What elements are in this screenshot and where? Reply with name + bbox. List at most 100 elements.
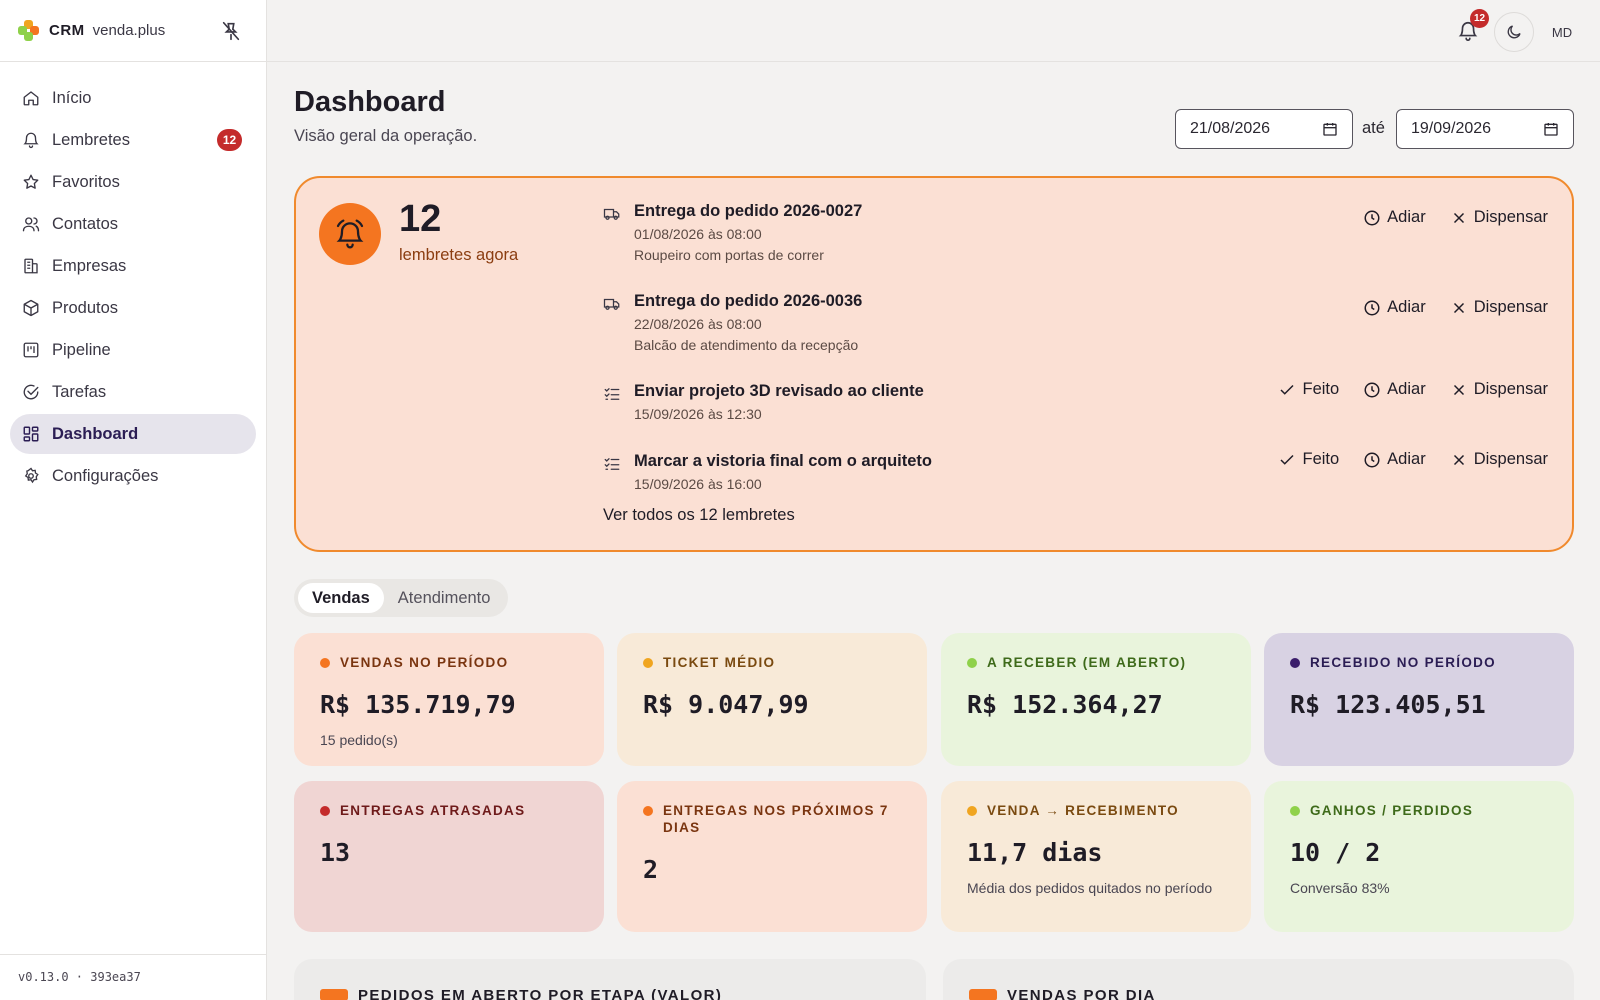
reminder-datetime: 15/09/2026 às 16:00 [634,476,762,492]
dismiss-button[interactable]: Dispensar [1450,380,1548,399]
reminder-item: Enviar projeto 3D revisado ao cliente 15… [603,380,1548,426]
reminder-title[interactable]: Enviar projeto 3D revisado ao cliente [634,382,924,401]
status-dot [643,806,653,816]
kpi-label-text: Vendas no período [340,655,509,670]
package-icon [23,299,39,317]
theme-toggle-button[interactable] [1494,12,1534,52]
snooze-button[interactable]: Adiar [1363,298,1426,317]
sidebar-item-label: Tarefas [52,382,107,401]
notifications-button[interactable]: 12 [1453,9,1489,46]
moon-icon [1507,25,1521,39]
date-separator: até [1362,119,1385,137]
kpi-value: R$ 135.719,79 [320,690,516,719]
date-to-input[interactable]: 19/09/2026 [1396,109,1574,149]
reminders-panel: 12 lembretes agora Entrega do pedido 202… [294,176,1574,552]
kpi-value: R$ 152.364,27 [967,690,1163,719]
reminders-count-label: lembretes agora [399,246,519,264]
sidebar-item-configuracoes[interactable]: Configurações [10,456,256,496]
average-ticket-card: Ticket médio R$ 9.047,99 [617,633,927,766]
kpi-subtext: Média dos pedidos quitados no período [967,880,1213,896]
tab-atendimento[interactable]: Atendimento [384,583,505,613]
reminder-datetime: 15/09/2026 às 12:30 [634,406,762,422]
sidebar-item-label: Início [52,88,92,107]
kpi-label: Ganhos / perdidos [1290,802,1548,819]
sidebar-item-label: Produtos [52,298,119,317]
reminder-item: Entrega do pedido 2026-0027 01/08/2026 à… [603,202,1548,263]
status-dot [320,806,330,816]
close-icon [1453,212,1464,223]
date-from-value: 21/08/2026 [1190,120,1271,137]
brand-subtitle: venda.plus [92,22,166,39]
snooze-button[interactable]: Adiar [1363,208,1426,227]
kpi-value: 2 [643,855,659,884]
sidebar-item-pipeline[interactable]: Pipeline [10,330,256,370]
sidebar-item-label: Empresas [52,256,127,275]
sidebar-item-inicio[interactable]: Início [10,78,256,118]
top-bar: 12 MD [267,0,1600,62]
sidebar-item-label: Lembretes [52,130,130,149]
dismiss-button[interactable]: Dispensar [1450,208,1548,227]
page-title: Dashboard [294,86,446,118]
sale-to-payment-card: Venda → recebimento 11,7 dias Média dos pe… [941,781,1251,932]
dismiss-label: Dispensar [1473,298,1548,316]
sidebar-item-label: Contatos [52,214,119,233]
kpi-label: Entregas atrasadas [320,802,578,819]
dismiss-label: Dispensar [1473,380,1548,398]
kpi-label: Entregas nos próximos 7 dias [643,802,901,836]
notification-count-badge: 12 [1470,9,1489,28]
won-lost-card: Ganhos / perdidos 10 / 2 Conversão 83% [1264,781,1574,932]
kpi-label-text: Ticket médio [663,655,776,670]
brand-logo-icon [18,19,40,42]
kpi-label: Venda → recebimento [967,802,1225,819]
sidebar-item-empresas[interactable]: Empresas [10,246,256,286]
sidebar-item-favoritos[interactable]: Favoritos [10,162,256,202]
calendar-icon [1544,123,1558,136]
status-dot [967,806,977,816]
page-subtitle: Visão geral da operação. [294,127,478,145]
tab-vendas[interactable]: Vendas [298,583,384,613]
view-all-reminders-link[interactable]: Ver todos os 12 lembretes [603,506,795,525]
status-dot [1290,658,1300,668]
sidebar-item-produtos[interactable]: Produtos [10,288,256,328]
snooze-label: Adiar [1387,298,1426,316]
dismiss-button[interactable]: Dispensar [1450,450,1548,469]
check-circle-icon [23,384,39,400]
receivable-card: A receber (em aberto) R$ 152.364,27 [941,633,1251,766]
gear-icon [24,467,39,484]
received-in-period-card: Recebido no período R$ 123.405,51 [1264,633,1574,766]
reminder-title[interactable]: Marcar a vistoria final com o arquiteto [634,452,932,471]
clock-icon [1364,382,1380,397]
sidebar-item-dashboard[interactable]: Dashboard [10,414,256,454]
dismiss-label: Dispensar [1473,450,1548,468]
kpi-label-text: Entregas atrasadas [340,803,526,818]
unpin-sidebar-icon[interactable] [220,20,242,42]
reminder-title[interactable]: Entrega do pedido 2026-0027 [634,202,862,221]
reminder-title[interactable]: Entrega do pedido 2026-0036 [634,292,862,311]
dismiss-button[interactable]: Dispensar [1450,298,1548,317]
avatar[interactable]: MD [1542,12,1582,52]
open-orders-by-stage-panel: PEDIDOS EM ABERTO POR ETAPA (VALOR) [294,959,926,1000]
truck-icon [603,208,620,220]
sales-by-day-panel: VENDAS POR DIA [943,959,1574,1000]
sidebar-item-lembretes[interactable]: Lembretes 12 [10,120,256,160]
snooze-label: Adiar [1387,380,1426,398]
sidebar-item-tarefas[interactable]: Tarefas [10,372,256,412]
status-dot [643,658,653,668]
check-icon [1280,384,1295,395]
date-from-input[interactable]: 21/08/2026 [1175,109,1353,149]
sidebar-item-contatos[interactable]: Contatos [10,204,256,244]
clock-icon [1364,300,1380,315]
snooze-button[interactable]: Adiar [1363,450,1426,469]
snooze-label: Adiar [1387,450,1426,468]
truck-icon [603,298,620,310]
reminder-datetime: 01/08/2026 às 08:00 [634,226,762,242]
snooze-button[interactable]: Adiar [1363,380,1426,399]
done-button[interactable]: Feito [1278,450,1339,469]
kpi-value: 11,7 dias [967,838,1103,867]
done-button[interactable]: Feito [1278,380,1339,399]
app-version: v0.13.0 · 393ea37 [0,954,266,1000]
late-deliveries-card: Entregas atrasadas 13 [294,781,604,932]
reminder-description: Balcão de atendimento da recepção [634,337,859,353]
sidebar-item-label: Pipeline [52,340,111,359]
done-label: Feito [1302,450,1340,468]
